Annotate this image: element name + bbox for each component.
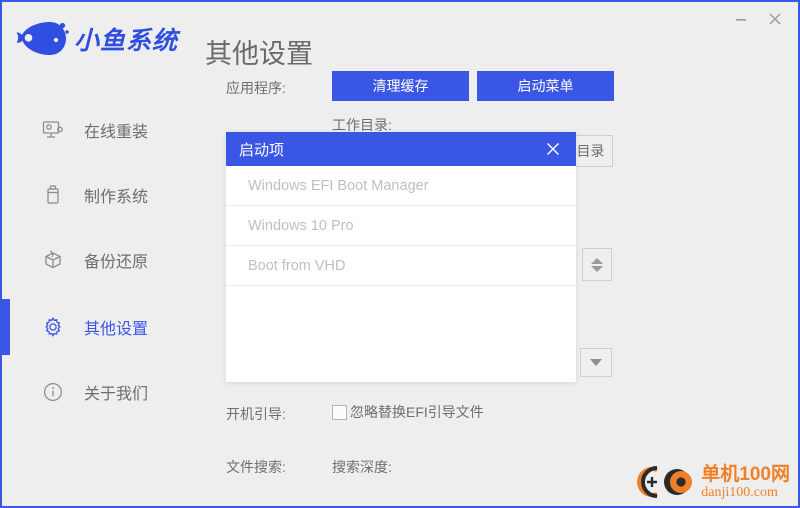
active-indicator bbox=[2, 299, 10, 355]
close-button[interactable] bbox=[758, 4, 792, 34]
sidebar-item-label: 制作系统 bbox=[84, 189, 149, 206]
boot-row-label: 开机引导: bbox=[226, 406, 286, 422]
watermark: 单机100网 danji100.com bbox=[635, 462, 790, 502]
boot-menu-button[interactable]: 启动菜单 bbox=[477, 71, 614, 101]
danji100-logo-icon bbox=[635, 462, 697, 502]
ignore-efi-checkbox[interactable] bbox=[332, 404, 347, 420]
watermark-en: danji100.com bbox=[701, 484, 778, 500]
minimize-icon bbox=[736, 19, 746, 21]
caret-up-icon bbox=[591, 257, 603, 264]
page-title: 其他设置 bbox=[205, 39, 313, 69]
list-item[interactable]: Boot from VHD bbox=[226, 246, 576, 286]
info-icon bbox=[36, 375, 70, 409]
dialog-title: 启动项 bbox=[239, 141, 285, 159]
app-window: 小鱼系统 在线重装 制作系统 备份还原 其他设置 关于我们 其他设置 应用程序:… bbox=[0, 0, 800, 508]
settings-dropdown[interactable] bbox=[580, 348, 612, 377]
sidebar-item-online-reinstall[interactable]: 在线重装 bbox=[2, 102, 210, 158]
dialog-list: Windows EFI Boot Manager Windows 10 Pro … bbox=[226, 166, 576, 286]
watermark-cn: 单机100网 bbox=[701, 463, 790, 485]
ignore-efi-checkbox-label: 忽略替换EFI引导文件 bbox=[350, 404, 484, 420]
monitor-icon bbox=[36, 113, 70, 147]
brand-logo: 小鱼系统 bbox=[14, 16, 178, 62]
minimize-button[interactable] bbox=[724, 4, 758, 34]
sidebar-item-other-settings[interactable]: 其他设置 bbox=[2, 299, 210, 355]
usb-drive-icon bbox=[36, 178, 70, 212]
sidebar-item-label: 其他设置 bbox=[84, 321, 149, 338]
boot-entries-dialog: 启动项 Windows EFI Boot Manager Windows 10 … bbox=[226, 132, 576, 382]
gear-icon bbox=[36, 310, 70, 344]
dialog-close-button[interactable] bbox=[536, 132, 570, 166]
sidebar: 在线重装 制作系统 备份还原 其他设置 关于我们 bbox=[2, 92, 210, 506]
sidebar-item-label: 关于我们 bbox=[84, 386, 149, 403]
list-item[interactable]: Windows 10 Pro bbox=[226, 206, 576, 246]
close-icon bbox=[769, 13, 781, 25]
close-icon bbox=[547, 143, 559, 155]
watermark-text: 单机100网 danji100.com bbox=[701, 465, 790, 500]
caret-down-icon bbox=[591, 265, 603, 272]
search-depth-label: 搜索深度: bbox=[332, 459, 392, 475]
ignore-efi-checkbox-row[interactable]: 忽略替换EFI引导文件 bbox=[332, 402, 484, 422]
sidebar-item-label: 备份还原 bbox=[84, 254, 149, 271]
file-search-row-label: 文件搜索: bbox=[226, 459, 286, 475]
window-controls bbox=[724, 2, 792, 36]
sidebar-item-about-us[interactable]: 关于我们 bbox=[2, 364, 210, 420]
sidebar-item-label: 在线重装 bbox=[84, 124, 149, 141]
caret-down-icon bbox=[590, 359, 602, 366]
dialog-header: 启动项 bbox=[226, 132, 576, 166]
fish-logo-icon bbox=[14, 16, 72, 62]
app-row-label: 应用程序: bbox=[226, 80, 286, 96]
sidebar-item-create-system[interactable]: 制作系统 bbox=[2, 167, 210, 223]
brand-name: 小鱼系统 bbox=[74, 27, 179, 55]
search-depth-stepper[interactable] bbox=[582, 248, 612, 281]
sidebar-item-backup-restore[interactable]: 备份还原 bbox=[2, 232, 210, 288]
backup-restore-icon bbox=[36, 243, 70, 277]
clear-cache-button[interactable]: 清理缓存 bbox=[332, 71, 469, 101]
list-item[interactable]: Windows EFI Boot Manager bbox=[226, 166, 576, 206]
